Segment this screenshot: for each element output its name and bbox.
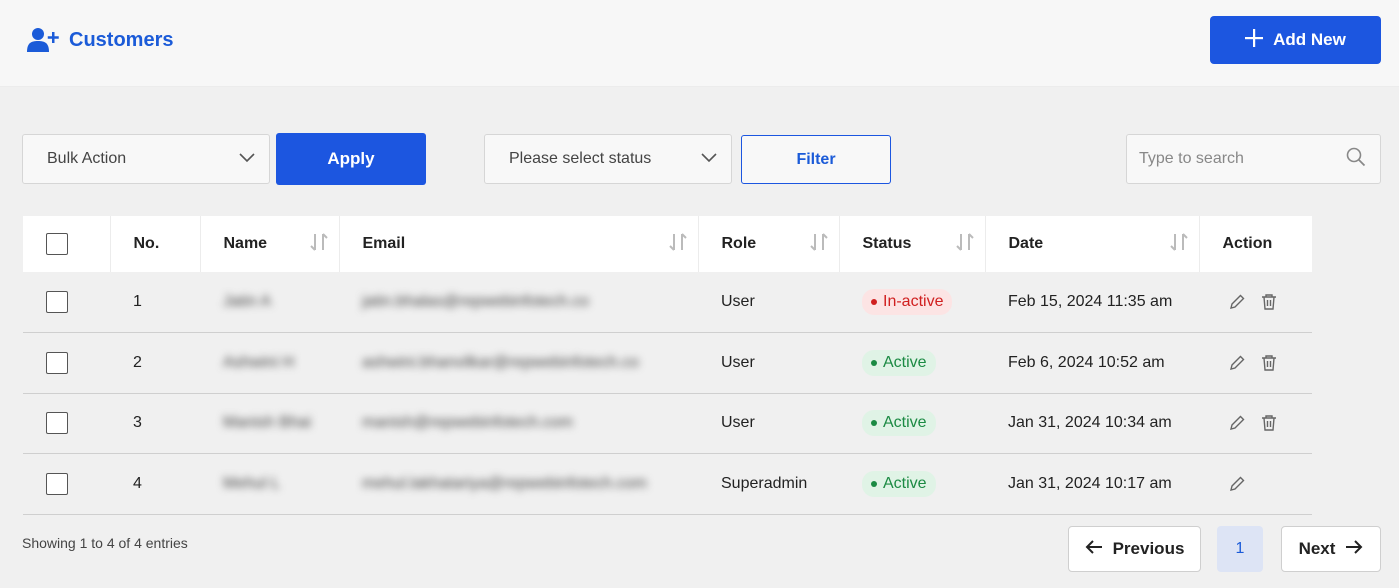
row-name: Manish Bhai — [223, 414, 312, 432]
row-no: 2 — [110, 332, 200, 394]
row-no: 1 — [110, 272, 200, 333]
row-role: User — [698, 272, 839, 333]
top-bar: Customers Add New — [0, 0, 1399, 87]
status-badge: Active — [862, 410, 936, 437]
table-header-row: No. Name Email Role Status Date Action — [23, 216, 1312, 272]
table-row: 2 Ashwini H ashwini.bhanvilkar@repwebinf… — [23, 332, 1312, 394]
row-email: mehul.lakhatariya@repwebinfotech.com — [362, 474, 647, 492]
row-no: 4 — [110, 453, 200, 515]
search-input[interactable] — [1139, 150, 1346, 168]
arrow-left-icon — [1085, 539, 1103, 560]
row-name: Jatin A — [223, 293, 272, 310]
user-plus-icon — [27, 27, 59, 53]
delete-icon[interactable] — [1260, 293, 1278, 311]
table-row: 1 Jatin A jatin.bhalas@repwebinfotech.co… — [23, 272, 1312, 333]
status-select[interactable]: Please select status — [484, 134, 732, 184]
row-checkbox[interactable] — [46, 351, 68, 374]
search-icon[interactable] — [1346, 147, 1366, 172]
previous-button[interactable]: Previous — [1068, 526, 1201, 572]
row-checkbox[interactable] — [46, 412, 68, 435]
add-new-button[interactable]: Add New — [1210, 16, 1381, 64]
row-name: Mehul L — [223, 474, 280, 492]
row-role: User — [698, 393, 839, 454]
delete-icon[interactable] — [1260, 414, 1278, 432]
row-email: manish@repwebinfotech.com — [362, 414, 574, 432]
sort-icon[interactable] — [668, 232, 688, 257]
page-header: Customers — [27, 26, 173, 54]
row-checkbox[interactable] — [46, 291, 68, 313]
arrow-right-icon — [1345, 539, 1363, 560]
row-date: Feb 15, 2024 11:35 am — [985, 272, 1199, 333]
column-status[interactable]: Status — [839, 216, 986, 272]
edit-icon[interactable] — [1228, 293, 1246, 311]
column-name[interactable]: Name — [200, 216, 340, 272]
plus-icon — [1245, 28, 1264, 52]
status-badge: Active — [862, 349, 936, 376]
status-select-placeholder: Please select status — [509, 150, 652, 167]
add-new-label: Add New — [1273, 30, 1346, 49]
next-button[interactable]: Next — [1281, 526, 1381, 572]
delete-icon[interactable] — [1260, 354, 1278, 372]
table-row: 4 Mehul L mehul.lakhatariya@repwebinfote… — [23, 453, 1312, 515]
status-dot-icon — [871, 420, 877, 427]
column-email[interactable]: Email — [339, 216, 699, 272]
chevron-down-icon — [239, 150, 255, 168]
column-no: No. — [110, 216, 201, 272]
bulk-action-select[interactable]: Bulk Action — [22, 134, 270, 184]
sort-icon[interactable] — [955, 232, 975, 257]
row-date: Jan 31, 2024 10:17 am — [985, 453, 1199, 515]
status-dot-icon — [871, 299, 877, 305]
select-all-cell — [23, 216, 111, 272]
apply-button[interactable]: Apply — [276, 133, 426, 185]
entries-summary: Showing 1 to 4 of 4 entries — [22, 535, 188, 551]
sort-icon[interactable] — [1169, 232, 1189, 257]
edit-icon[interactable] — [1228, 414, 1246, 432]
page-number-button[interactable]: 1 — [1217, 526, 1263, 572]
column-role[interactable]: Role — [698, 216, 840, 272]
status-badge: Active — [862, 470, 936, 497]
edit-icon[interactable] — [1228, 354, 1246, 372]
row-role: Superadmin — [698, 453, 839, 515]
column-action: Action — [1199, 216, 1312, 272]
edit-icon[interactable] — [1228, 475, 1246, 493]
select-all-checkbox[interactable] — [46, 233, 68, 255]
status-badge: In-active — [862, 289, 953, 315]
row-checkbox[interactable] — [46, 472, 68, 495]
status-dot-icon — [871, 359, 877, 366]
row-role: User — [698, 332, 839, 394]
row-date: Feb 6, 2024 10:52 am — [985, 332, 1199, 394]
next-label: Next — [1298, 539, 1336, 558]
sort-icon[interactable] — [809, 232, 829, 257]
bulk-action-value: Bulk Action — [47, 150, 127, 167]
row-email: jatin.bhalas@repwebinfotech.co — [362, 293, 590, 310]
page-title: Customers — [69, 28, 174, 51]
customers-table: No. Name Email Role Status Date Action 1… — [23, 216, 1312, 515]
chevron-down-icon — [701, 150, 717, 168]
filter-button[interactable]: Filter — [741, 135, 891, 184]
sort-icon[interactable] — [309, 232, 329, 257]
previous-label: Previous — [1112, 539, 1185, 558]
row-no: 3 — [110, 393, 200, 454]
column-date[interactable]: Date — [985, 216, 1200, 272]
row-date: Jan 31, 2024 10:34 am — [985, 393, 1199, 454]
status-dot-icon — [871, 480, 877, 487]
row-name: Ashwini H — [223, 353, 295, 371]
row-email: ashwini.bhanvilkar@repwebinfotech.co — [362, 353, 639, 371]
table-row: 3 Manish Bhai manish@repwebinfotech.com … — [23, 393, 1312, 454]
search-box — [1126, 134, 1381, 184]
